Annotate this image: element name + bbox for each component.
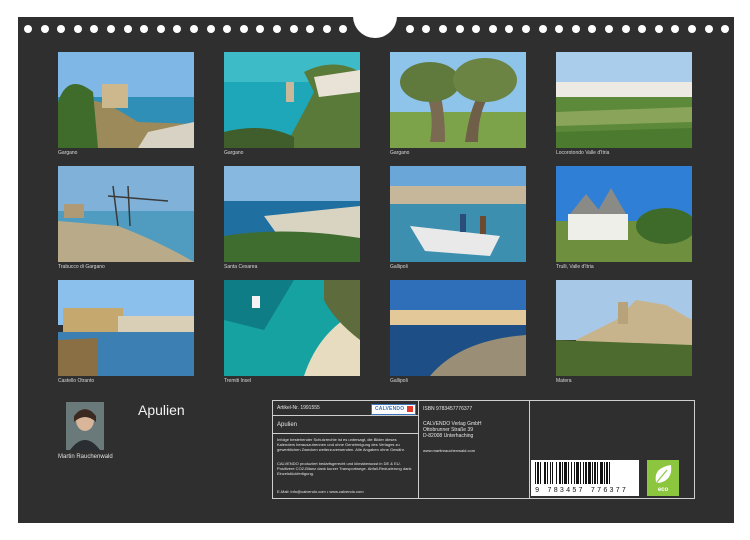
binding-hole xyxy=(322,25,331,33)
binding-hole xyxy=(306,25,315,33)
publisher-city: D-82008 Unterhaching xyxy=(423,433,474,439)
binding-hole xyxy=(538,25,547,33)
photo-gargano-olive xyxy=(390,52,526,148)
photo-caption: Matera xyxy=(556,378,572,384)
eco-badge: eco xyxy=(647,460,679,496)
binding-hole xyxy=(654,25,663,33)
copyright-notice: Infolge bestehender Schutzrechte ist es … xyxy=(277,437,405,452)
binding-hole xyxy=(488,25,497,33)
photo-gallipoli-evening xyxy=(390,280,526,376)
author-name: Martin Rauchenwald xyxy=(58,454,113,460)
binding-hole xyxy=(57,25,66,33)
product-title: Apulien xyxy=(277,422,298,428)
calendar-back-cover: Gargano Gargano Gargano Locorotondo Vall… xyxy=(18,16,734,523)
binding-hole xyxy=(422,25,431,33)
photo-gargano-coast xyxy=(224,52,360,148)
photo-caption: Gargano xyxy=(390,150,410,156)
logo-mark-icon xyxy=(407,406,413,412)
leaf-icon xyxy=(655,465,672,483)
author-website: www.martinrauchenwald.com xyxy=(423,448,476,453)
photo-trabucco xyxy=(58,166,194,262)
photo-caption: Castello Otranto xyxy=(58,378,95,384)
photo-tremiti xyxy=(224,280,360,376)
photo-caption: Gargano xyxy=(224,150,244,156)
binding-hole xyxy=(571,25,580,33)
binding-hole xyxy=(24,25,32,33)
binding-hole xyxy=(273,25,281,33)
calvendo-logo: CALVENDO xyxy=(371,404,416,415)
photo-caption: Gargano xyxy=(58,150,78,156)
binding-hole xyxy=(638,25,647,33)
photo-santa-cesarea xyxy=(224,166,360,262)
binding-hole xyxy=(472,25,481,33)
binding-hole xyxy=(123,25,132,33)
binding-hole xyxy=(206,25,215,33)
binding-hole xyxy=(671,25,680,33)
binding-hole xyxy=(688,25,696,33)
production-note: CALVENDO produziert bedarfsgerecht und k… xyxy=(277,461,412,476)
article-number: Artikel-Nr. 1991555 xyxy=(277,405,320,411)
photo-caption: Gallipoli xyxy=(390,264,408,270)
photo-caption: Tremiti Insel xyxy=(224,378,252,384)
photo-gargano-tower xyxy=(58,52,194,148)
binding-hole xyxy=(289,25,298,33)
binding-hole xyxy=(588,25,597,33)
isbn: ISBN 9783457776377 xyxy=(423,406,473,412)
binding-hole xyxy=(90,25,99,33)
photo-matera xyxy=(556,280,692,376)
author-portrait xyxy=(66,402,104,450)
binding-hole xyxy=(339,25,348,33)
photo-caption: Trulli, Valle d'Itria xyxy=(556,264,594,270)
binding-hole xyxy=(156,25,165,33)
photo-otranto xyxy=(58,280,194,376)
contact-line: E-Mail: info@calvendo.com • www.calvendo… xyxy=(277,489,364,494)
photo-caption: Gallipoli xyxy=(390,378,408,384)
calendar-title: Apulien xyxy=(138,402,185,418)
binding-hole xyxy=(721,25,730,33)
binding-hole xyxy=(239,25,248,33)
binding-hole xyxy=(190,25,198,33)
photo-caption: Locorotondo Valle d'Itria xyxy=(556,150,610,156)
binding-hole xyxy=(555,25,564,33)
binding-hole xyxy=(522,25,530,33)
photo-caption: Santa Cesarea xyxy=(224,264,258,270)
photo-locorotondo xyxy=(556,52,692,148)
isbn-barcode: 9 783457 776377 xyxy=(531,460,639,496)
binding-hole xyxy=(140,25,149,33)
binding-hole xyxy=(173,25,182,33)
photo-trulli xyxy=(556,166,692,262)
product-info-box: Artikel-Nr. 1991555 CALVENDO Apulien Inf… xyxy=(272,400,695,499)
binding-hole xyxy=(605,25,613,33)
binding-hole xyxy=(107,25,115,33)
binding-hole xyxy=(256,25,265,33)
binding-hole xyxy=(223,25,232,33)
binding-hole xyxy=(505,25,514,33)
binding-hole xyxy=(73,25,82,33)
barcode-number: 9 783457 776377 xyxy=(535,487,629,495)
binding-hole xyxy=(405,25,414,33)
binding-hole xyxy=(439,25,447,33)
binding-hole xyxy=(40,25,49,33)
binding-hole xyxy=(455,25,464,33)
photo-caption: Trabucco di Gargano xyxy=(58,264,105,270)
photo-gallipoli-boats xyxy=(390,166,526,262)
binding-hole xyxy=(621,25,630,33)
binding-hole xyxy=(704,25,713,33)
